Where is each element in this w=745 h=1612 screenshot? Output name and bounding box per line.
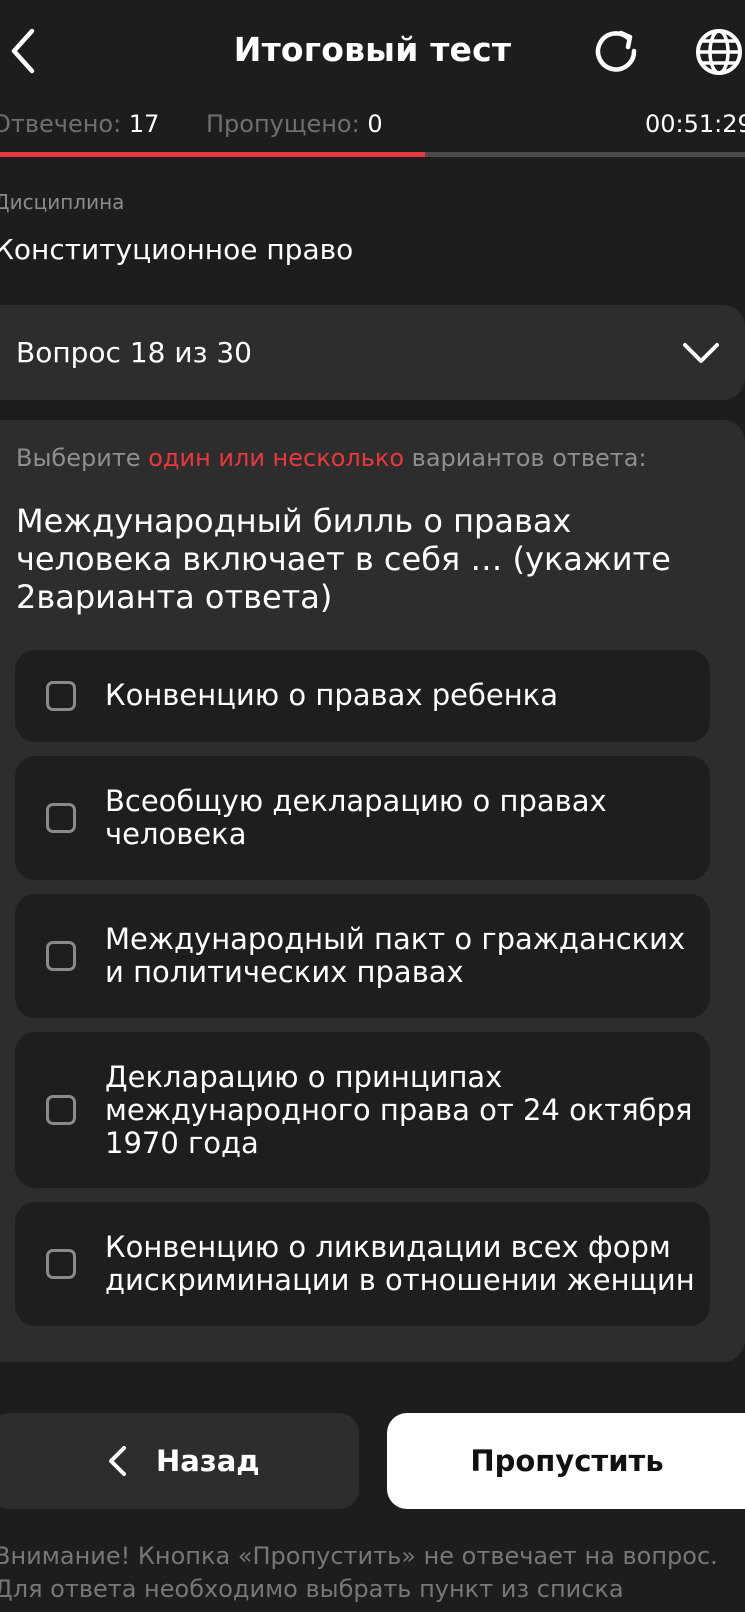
- option-checkbox[interactable]: [46, 1095, 76, 1125]
- globe-icon: [696, 29, 742, 75]
- progress-fill: [0, 152, 425, 157]
- answer-option[interactable]: Конвенцию о ликвидации всех форм дискрим…: [15, 1202, 710, 1326]
- chevron-left-icon: [109, 1446, 126, 1476]
- notice-line-2: Для ответа необходимо выбрать пункт из с…: [0, 1575, 624, 1603]
- stats-row: Отвечено: 17 Пропущено: 0 00:51:29: [0, 104, 745, 144]
- answer-option[interactable]: Конвенцию о правах ребенка: [15, 650, 710, 742]
- option-label: Конвенцию о ликвидации всех форм дискрим…: [105, 1230, 695, 1297]
- skip-button-label: Пропустить: [470, 1444, 664, 1478]
- test-screen: Итоговый тест Отвечено: 17 Пропущено: 0: [0, 0, 745, 1612]
- option-checkbox[interactable]: [46, 1249, 76, 1279]
- answer-option[interactable]: Декларацию о принципах международного пр…: [15, 1032, 710, 1188]
- language-button[interactable]: [693, 25, 745, 79]
- skip-button[interactable]: Пропустить: [387, 1413, 745, 1509]
- refresh-button[interactable]: [590, 25, 644, 79]
- chevron-left-icon: [11, 28, 35, 74]
- option-label: Международный пакт о гражданских и полит…: [105, 922, 686, 989]
- answer-instruction: Выберите один или несколько вариантов от…: [16, 444, 647, 472]
- refresh-icon: [595, 30, 637, 72]
- page-title: Итоговый тест: [233, 30, 512, 69]
- chevron-down-icon: [683, 343, 719, 363]
- header: Итоговый тест: [0, 0, 745, 104]
- question-selector[interactable]: Вопрос 18 из 30: [0, 305, 745, 400]
- answered-label: Отвечено:: [0, 110, 122, 138]
- skipped-count: 0: [367, 110, 383, 138]
- answered-stat: Отвечено: 17: [0, 104, 159, 144]
- progress-bar: [0, 152, 745, 157]
- option-label: Конвенцию о правах ребенка: [105, 678, 558, 712]
- instruction-text-start: Выберите: [16, 444, 149, 472]
- question-card: Выберите один или несколько вариантов от…: [0, 420, 745, 1362]
- skipped-label: Пропущено:: [206, 110, 360, 138]
- skip-notice: Внимание! Кнопка «Пропустить» не отвечае…: [0, 1540, 745, 1606]
- back-button[interactable]: Назад: [0, 1413, 359, 1509]
- question-text: Международный билль о правах человека вк…: [16, 502, 671, 616]
- back-arrow-button[interactable]: [2, 25, 46, 77]
- option-label: Декларацию о принципах международного пр…: [105, 1060, 693, 1160]
- instruction-text-end: вариантов ответа:: [404, 444, 647, 472]
- instruction-accent: один или несколько: [148, 444, 405, 472]
- answered-count: 17: [128, 110, 160, 138]
- answer-option[interactable]: Всеобщую декларацию о правах человека: [15, 756, 710, 880]
- option-checkbox[interactable]: [46, 803, 76, 833]
- skipped-stat: Пропущено: 0: [206, 104, 383, 144]
- option-checkbox[interactable]: [46, 941, 76, 971]
- option-label: Всеобщую декларацию о правах человека: [105, 784, 607, 851]
- notice-line-1: Внимание! Кнопка «Пропустить» не отвечае…: [0, 1542, 718, 1570]
- answer-option[interactable]: Международный пакт о гражданских и полит…: [15, 894, 710, 1018]
- option-checkbox[interactable]: [46, 681, 76, 711]
- back-button-label: Назад: [156, 1444, 260, 1478]
- discipline-value: Конституционное право: [0, 233, 354, 266]
- timer: 00:51:29: [645, 110, 745, 138]
- question-selector-label: Вопрос 18 из 30: [16, 336, 252, 369]
- discipline-label: Дисциплина: [0, 190, 125, 214]
